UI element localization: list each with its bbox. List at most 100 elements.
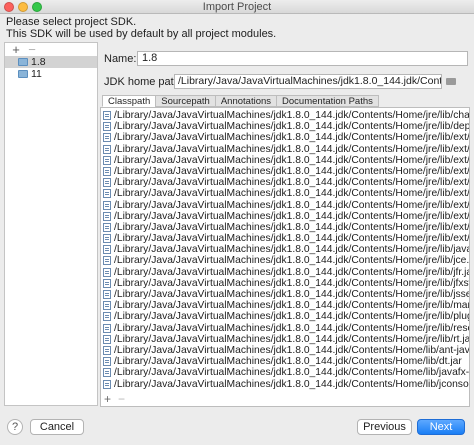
- classpath-rows: /Library/Java/JavaVirtualMachines/jdk1.8…: [101, 110, 470, 390]
- classpath-path: /Library/Java/JavaVirtualMachines/jdk1.8…: [114, 221, 470, 233]
- classpath-path: /Library/Java/JavaVirtualMachines/jdk1.8…: [114, 154, 470, 166]
- jar-file-icon: [103, 379, 111, 389]
- classpath-path: /Library/Java/JavaVirtualMachines/jdk1.8…: [114, 289, 470, 300]
- classpath-row[interactable]: /Library/Java/JavaVirtualMachines/jdk1.8…: [101, 177, 470, 189]
- add-classpath-button[interactable]: +: [104, 392, 111, 406]
- classpath-row[interactable]: /Library/Java/JavaVirtualMachines/jdk1.8…: [101, 221, 470, 233]
- jdk-home-path-input[interactable]: /Library/Java/JavaVirtualMachines/jdk1.8…: [174, 74, 442, 89]
- jar-file-icon: [103, 211, 111, 221]
- intro-text: Please select project SDK. This SDK will…: [6, 16, 276, 40]
- classpath-row[interactable]: /Library/Java/JavaVirtualMachines/jdk1.8…: [101, 311, 469, 322]
- classpath-row[interactable]: /Library/Java/JavaVirtualMachines/jdk1.8…: [101, 132, 470, 144]
- jar-file-icon: [103, 166, 111, 176]
- jar-file-icon: [103, 334, 111, 344]
- classpath-row[interactable]: /Library/Java/JavaVirtualMachines/jdk1.8…: [101, 277, 470, 289]
- folder-icon: [446, 78, 456, 85]
- classpath-path: /Library/Java/JavaVirtualMachines/jdk1.8…: [114, 266, 470, 278]
- classpath-path: /Library/Java/JavaVirtualMachines/jdk1.8…: [114, 233, 470, 245]
- classpath-list[interactable]: /Library/Java/JavaVirtualMachines/jdk1.8…: [100, 107, 470, 407]
- folder-icon: [18, 70, 28, 78]
- sdk-item-11[interactable]: 11: [5, 68, 97, 80]
- jar-file-icon: [103, 200, 111, 210]
- classpath-row[interactable]: /Library/Java/JavaVirtualMachines/jdk1.8…: [101, 255, 469, 266]
- classpath-row[interactable]: /Library/Java/JavaVirtualMachines/jdk1.8…: [101, 210, 470, 222]
- classpath-row[interactable]: /Library/Java/JavaVirtualMachines/jdk1.8…: [101, 367, 470, 379]
- sdk-name-input[interactable]: 1.8: [137, 51, 468, 66]
- classpath-row[interactable]: /Library/Java/JavaVirtualMachines/jdk1.8…: [101, 289, 470, 300]
- jar-file-icon: [103, 357, 111, 367]
- previous-button[interactable]: Previous: [357, 419, 412, 435]
- jar-file-icon: [103, 345, 111, 355]
- classpath-row[interactable]: /Library/Java/JavaVirtualMachines/jdk1.8…: [101, 143, 470, 155]
- classpath-path: /Library/Java/JavaVirtualMachines/jdk1.8…: [114, 367, 470, 379]
- classpath-path: /Library/Java/JavaVirtualMachines/jdk1.8…: [114, 344, 470, 356]
- classpath-path: /Library/Java/JavaVirtualMachines/jdk1.8…: [114, 110, 470, 121]
- classpath-path: /Library/Java/JavaVirtualMachines/jdk1.8…: [114, 177, 470, 189]
- classpath-row[interactable]: /Library/Java/JavaVirtualMachines/jdk1.8…: [101, 378, 470, 390]
- classpath-path: /Library/Java/JavaVirtualMachines/jdk1.8…: [114, 333, 470, 345]
- jar-file-icon: [103, 290, 111, 299]
- classpath-row[interactable]: /Library/Java/JavaVirtualMachines/jdk1.8…: [101, 356, 469, 368]
- jar-file-icon: [103, 111, 111, 120]
- jar-file-icon: [103, 155, 111, 165]
- classpath-toolbar: + −: [101, 392, 469, 406]
- intro-line-1: Please select project SDK.: [6, 16, 137, 28]
- remove-sdk-button[interactable]: −: [27, 42, 37, 57]
- folder-icon: [18, 58, 28, 66]
- tab-documentation-paths[interactable]: Documentation Paths: [276, 95, 379, 107]
- classpath-path: /Library/Java/JavaVirtualMachines/jdk1.8…: [114, 199, 470, 211]
- jar-file-icon: [103, 122, 111, 132]
- classpath-row[interactable]: /Library/Java/JavaVirtualMachines/jdk1.8…: [101, 233, 470, 245]
- sdk-item-label: 11: [31, 68, 42, 80]
- jar-file-icon: [103, 222, 111, 232]
- next-button[interactable]: Next: [417, 419, 465, 435]
- cancel-button[interactable]: Cancel: [30, 419, 84, 435]
- sdk-list-toolbar: + −: [5, 42, 97, 57]
- jar-file-icon: [103, 245, 111, 255]
- classpath-path: /Library/Java/JavaVirtualMachines/jdk1.8…: [114, 121, 470, 133]
- jar-file-icon: [103, 178, 111, 188]
- browse-folder-button[interactable]: [444, 74, 458, 89]
- title-bar: Import Project: [0, 0, 474, 14]
- jar-file-icon: [103, 189, 111, 199]
- classpath-path: /Library/Java/JavaVirtualMachines/jdk1.8…: [114, 277, 470, 289]
- classpath-path: /Library/Java/JavaVirtualMachines/jdk1.8…: [114, 300, 469, 312]
- sdk-tabs: Classpath Sourcepath Annotations Documen…: [102, 95, 379, 107]
- classpath-row[interactable]: /Library/Java/JavaVirtualMachines/jdk1.8…: [101, 199, 470, 211]
- add-sdk-button[interactable]: +: [11, 42, 21, 57]
- classpath-row[interactable]: /Library/Java/JavaVirtualMachines/jdk1.8…: [101, 266, 470, 278]
- classpath-row[interactable]: /Library/Java/JavaVirtualMachines/jdk1.8…: [101, 300, 469, 312]
- classpath-path: /Library/Java/JavaVirtualMachines/jdk1.8…: [114, 132, 470, 144]
- classpath-path: /Library/Java/JavaVirtualMachines/jdk1.8…: [114, 143, 470, 155]
- classpath-path: /Library/Java/JavaVirtualMachines/jdk1.8…: [114, 356, 462, 368]
- jar-file-icon: [103, 368, 111, 378]
- sdk-list-panel: + − 1.8 11: [4, 42, 98, 406]
- classpath-path: /Library/Java/JavaVirtualMachines/jdk1.8…: [114, 378, 470, 390]
- sdk-item-label: 1.8: [31, 56, 46, 68]
- classpath-path: /Library/Java/JavaVirtualMachines/jdk1.8…: [114, 322, 469, 334]
- remove-classpath-button[interactable]: −: [118, 392, 125, 406]
- help-button[interactable]: ?: [7, 419, 23, 435]
- classpath-path: /Library/Java/JavaVirtualMachines/jdk1.8…: [114, 244, 470, 256]
- classpath-row[interactable]: /Library/Java/JavaVirtualMachines/jdk1.8…: [101, 344, 470, 356]
- name-label: Name:: [104, 53, 137, 65]
- tab-classpath[interactable]: Classpath: [102, 95, 157, 107]
- classpath-row[interactable]: /Library/Java/JavaVirtualMachines/jdk1.8…: [101, 110, 470, 121]
- jar-file-icon: [103, 234, 111, 244]
- jar-file-icon: [103, 256, 111, 266]
- classpath-row[interactable]: /Library/Java/JavaVirtualMachines/jdk1.8…: [101, 244, 470, 256]
- classpath-row[interactable]: /Library/Java/JavaVirtualMachines/jdk1.8…: [101, 121, 470, 133]
- jar-file-icon: [103, 267, 111, 277]
- classpath-row[interactable]: /Library/Java/JavaVirtualMachines/jdk1.8…: [101, 188, 469, 199]
- tab-sourcepath[interactable]: Sourcepath: [155, 95, 216, 107]
- classpath-row[interactable]: /Library/Java/JavaVirtualMachines/jdk1.8…: [101, 154, 470, 166]
- classpath-row[interactable]: /Library/Java/JavaVirtualMachines/jdk1.8…: [101, 166, 469, 177]
- classpath-row[interactable]: /Library/Java/JavaVirtualMachines/jdk1.8…: [101, 333, 470, 345]
- tab-annotations[interactable]: Annotations: [214, 95, 278, 107]
- classpath-path: /Library/Java/JavaVirtualMachines/jdk1.8…: [114, 210, 470, 222]
- sdk-item-1-8[interactable]: 1.8: [5, 56, 97, 68]
- jar-file-icon: [103, 323, 111, 333]
- classpath-row[interactable]: /Library/Java/JavaVirtualMachines/jdk1.8…: [101, 322, 469, 334]
- jar-file-icon: [103, 144, 111, 154]
- jdk-home-path-label: JDK home path:: [104, 76, 183, 88]
